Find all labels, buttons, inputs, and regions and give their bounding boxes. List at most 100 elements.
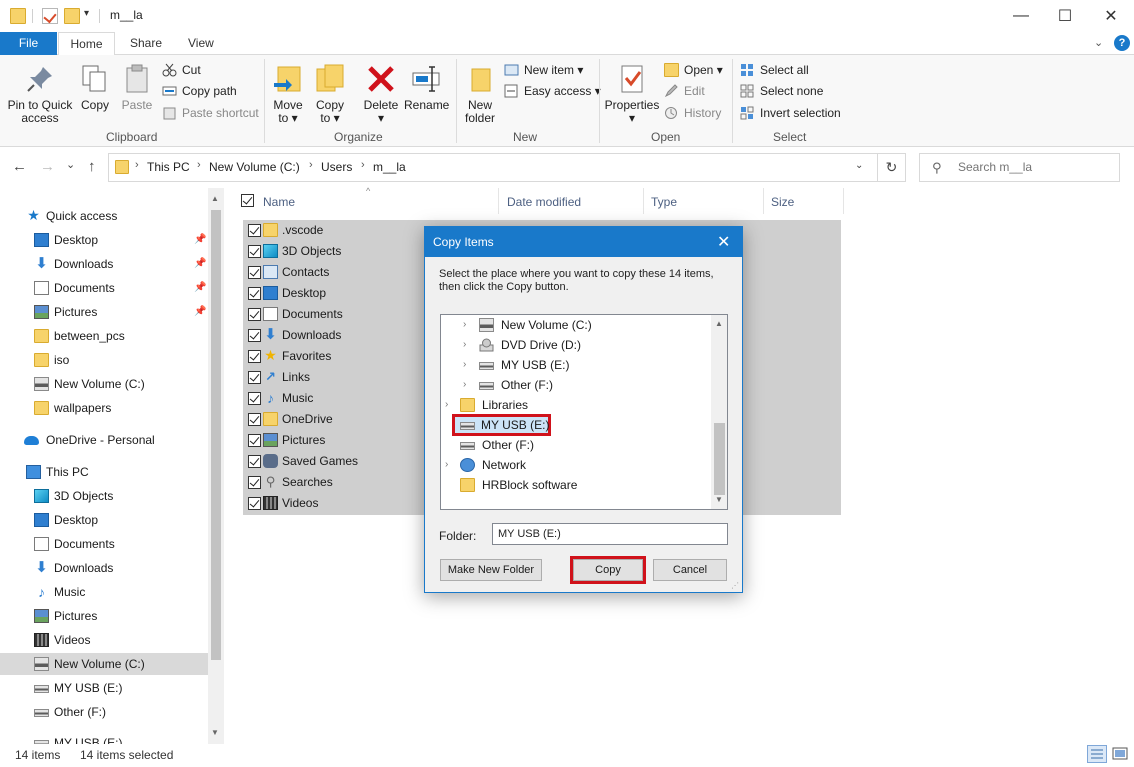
delete-button[interactable]: Delete ▾ (362, 59, 400, 125)
edit-button[interactable]: Edit (664, 81, 705, 101)
scrollbar-thumb[interactable] (211, 210, 221, 660)
tab-file[interactable]: File (0, 32, 57, 55)
large-icons-view-button[interactable] (1110, 745, 1130, 763)
divider[interactable] (843, 188, 844, 214)
row-checkbox[interactable] (248, 224, 261, 237)
easy-access-button[interactable]: Easy access ▾ (504, 81, 601, 101)
resize-grip-icon[interactable]: ⋰ (731, 581, 739, 590)
tree-item-libraries[interactable]: › Libraries (441, 395, 709, 415)
history-button[interactable]: History (664, 103, 721, 123)
row-checkbox[interactable] (248, 455, 261, 468)
folder-input[interactable] (492, 523, 728, 545)
row-checkbox[interactable] (248, 413, 261, 426)
column-header-name[interactable]: Name (263, 195, 295, 209)
row-checkbox[interactable] (248, 308, 261, 321)
nav-item-pictures-pinned[interactable]: Pictures 📌 (0, 301, 208, 323)
minimize-button[interactable]: — (998, 0, 1044, 32)
expand-chevron-icon[interactable]: › (445, 395, 448, 415)
expand-chevron-icon[interactable]: › (463, 355, 466, 375)
address-bar[interactable]: › This PC › New Volume (C:) › Users › m_… (108, 153, 878, 182)
nav-item-desktop[interactable]: Desktop (0, 509, 208, 531)
nav-item-iso[interactable]: iso (0, 349, 208, 371)
expand-chevron-icon[interactable]: › (463, 375, 466, 395)
breadcrumb-separator[interactable]: › (309, 159, 313, 171)
row-checkbox[interactable] (248, 287, 261, 300)
tree-item-new-volume[interactable]: › New Volume (C:) (441, 315, 709, 335)
tree-item-my-usb-selected[interactable]: MY USB (E:) (452, 414, 551, 436)
breadcrumb-separator[interactable]: › (361, 159, 365, 171)
tree-scrollbar[interactable]: ▲ ▼ (711, 315, 727, 509)
tab-view[interactable]: View (178, 32, 224, 55)
breadcrumb-new-volume[interactable]: New Volume (C:) (209, 160, 300, 174)
new-folder-icon[interactable] (64, 8, 80, 24)
dialog-close-icon[interactable]: ✕ (717, 232, 730, 252)
scroll-up-icon[interactable]: ▲ (715, 319, 723, 328)
forward-arrow-icon[interactable]: → (40, 158, 55, 175)
pin-to-quick-access-button[interactable]: Pin to Quick access (6, 59, 74, 125)
copy-confirm-button[interactable]: Copy (570, 556, 646, 584)
nav-item-downloads-pinned[interactable]: ⬇ Downloads 📌 (0, 253, 208, 275)
row-checkbox[interactable] (248, 266, 261, 279)
row-checkbox[interactable] (248, 497, 261, 510)
cut-button[interactable]: Cut (162, 60, 201, 80)
pin-icon[interactable]: 📌 (194, 301, 206, 323)
nav-item-new-volume-quick[interactable]: New Volume (C:) (0, 373, 208, 395)
search-input[interactable] (958, 160, 1113, 174)
row-checkbox[interactable] (248, 434, 261, 447)
row-checkbox[interactable] (248, 392, 261, 405)
tab-share[interactable]: Share (120, 32, 172, 55)
breadcrumb-users[interactable]: Users (321, 160, 352, 174)
nav-item-3d-objects[interactable]: 3D Objects (0, 485, 208, 507)
new-item-button[interactable]: New item ▾ (504, 60, 583, 80)
row-checkbox[interactable] (248, 476, 261, 489)
expand-chevron-icon[interactable]: › (463, 315, 466, 335)
divider[interactable] (643, 188, 644, 214)
copy-path-button[interactable]: Copy path (162, 81, 237, 101)
tree-item-other[interactable]: › Other (F:) (441, 375, 709, 395)
open-button[interactable]: Open ▾ (664, 60, 723, 80)
copy-button[interactable]: Copy (78, 59, 112, 112)
search-box[interactable]: ⚲ (919, 153, 1120, 182)
expand-chevron-icon[interactable]: › (445, 455, 448, 475)
paste-button[interactable]: Paste (120, 59, 154, 112)
nav-item-videos[interactable]: Videos (0, 629, 208, 651)
nav-item-wallpapers[interactable]: wallpapers (0, 397, 208, 419)
nav-item-documents[interactable]: Documents (0, 533, 208, 555)
scrollbar-thumb[interactable] (714, 423, 725, 495)
expand-chevron-icon[interactable]: › (463, 335, 466, 355)
select-all-checkbox[interactable] (241, 194, 254, 207)
properties-button[interactable]: Properties ▾ (604, 59, 660, 125)
nav-item-desktop-pinned[interactable]: Desktop 📌 (0, 229, 208, 251)
tree-item-network[interactable]: › Network (441, 455, 709, 475)
nav-item-onedrive[interactable]: OneDrive - Personal (0, 429, 208, 451)
refresh-button[interactable]: ↻ (878, 153, 906, 182)
select-all-button[interactable]: Select all (740, 60, 809, 80)
tree-item-hrblock[interactable]: HRBlock software (441, 475, 709, 495)
nav-item-between-pcs[interactable]: between_pcs (0, 325, 208, 347)
nav-item-pictures[interactable]: Pictures (0, 605, 208, 627)
ribbon-collapse-icon[interactable]: ⌄ (1094, 36, 1103, 49)
pin-icon[interactable]: 📌 (194, 229, 206, 251)
navigation-scrollbar[interactable]: ▲ ▼ (208, 188, 224, 744)
breadcrumb-separator[interactable]: › (197, 159, 201, 171)
paste-shortcut-button[interactable]: Paste shortcut (162, 103, 259, 123)
row-checkbox[interactable] (248, 371, 261, 384)
nav-item-my-usb-2[interactable]: MY USB (E:) (0, 732, 208, 744)
dialog-title-bar[interactable]: Copy Items ✕ (425, 227, 742, 257)
tab-home[interactable]: Home (58, 32, 115, 56)
copy-to-button[interactable]: Copy to ▾ (312, 59, 348, 125)
rename-button[interactable]: Rename (404, 59, 449, 112)
column-header-size[interactable]: Size (771, 195, 794, 209)
new-folder-button[interactable]: New folder (460, 59, 500, 125)
make-new-folder-button[interactable]: Make New Folder (440, 559, 542, 581)
breadcrumb-m-la[interactable]: m__la (373, 160, 406, 174)
column-header-date-modified[interactable]: Date modified (507, 195, 581, 209)
nav-item-my-usb[interactable]: MY USB (E:) (0, 677, 208, 699)
breadcrumb-separator[interactable]: › (135, 159, 139, 171)
pin-icon[interactable]: 📌 (194, 253, 206, 275)
back-arrow-icon[interactable]: ← (12, 158, 27, 175)
row-checkbox[interactable] (248, 350, 261, 363)
tree-item-my-usb[interactable]: › MY USB (E:) (441, 355, 709, 375)
move-to-button[interactable]: Move to ▾ (270, 59, 306, 125)
nav-item-documents-pinned[interactable]: Documents 📌 (0, 277, 208, 299)
